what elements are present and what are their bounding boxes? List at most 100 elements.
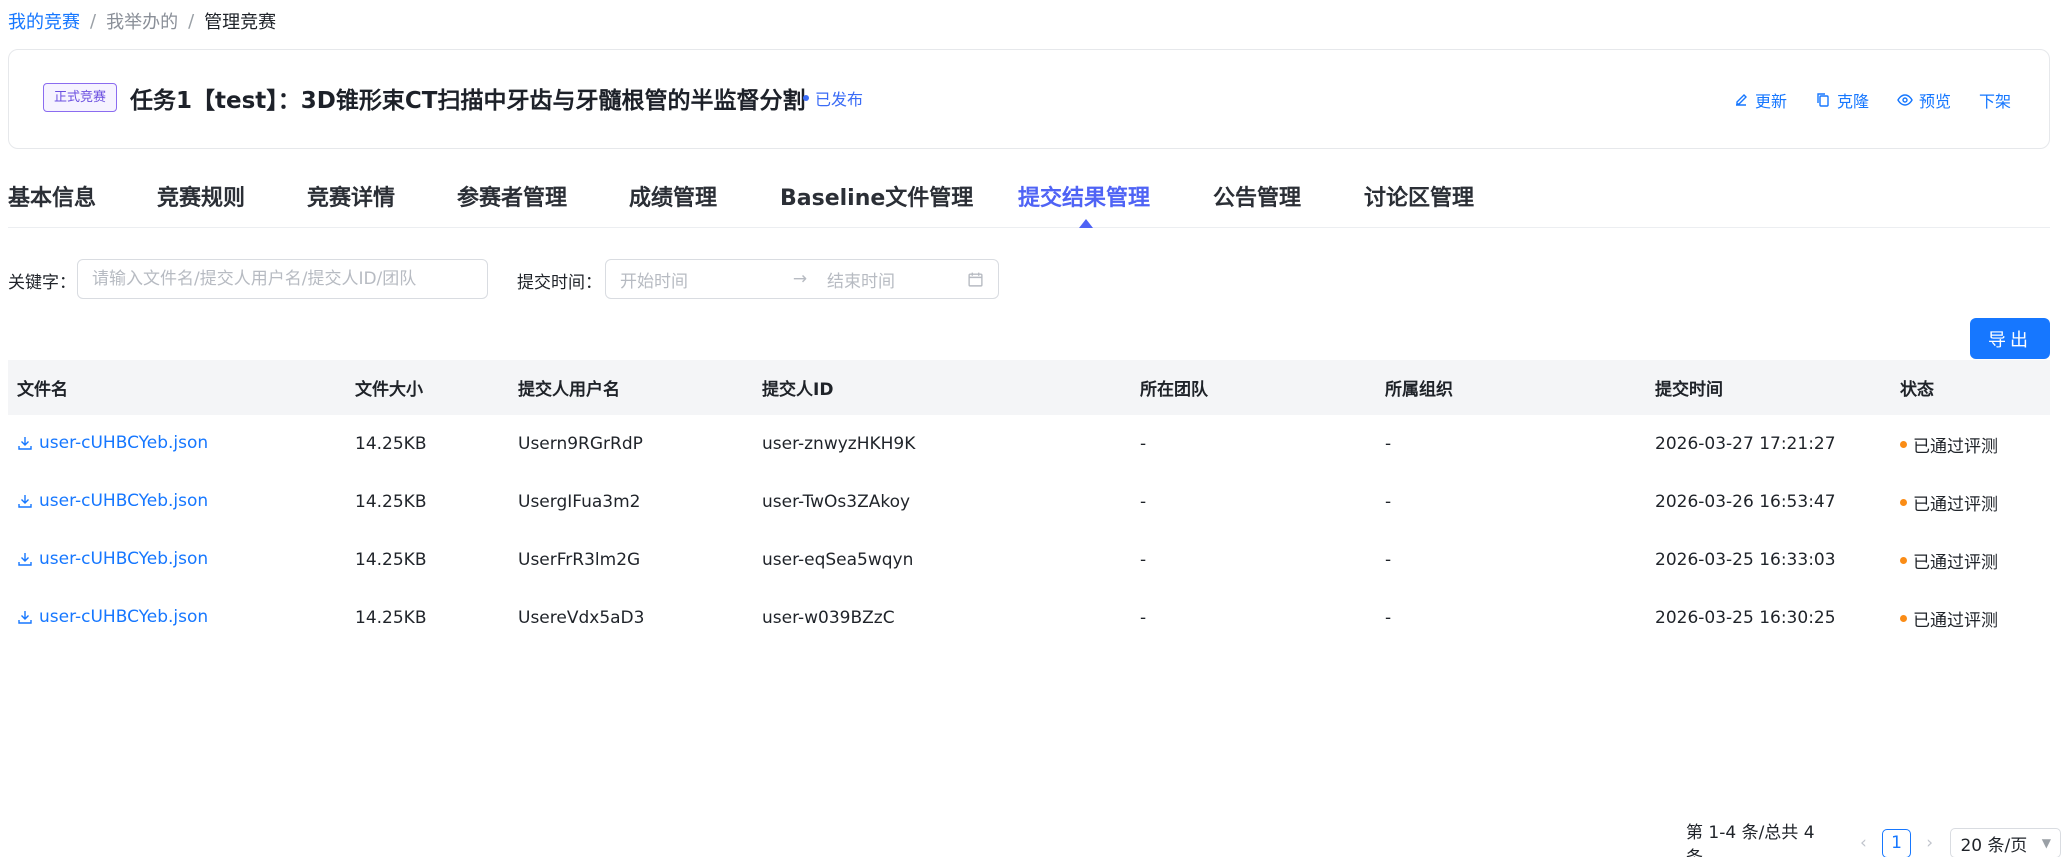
organization: -: [1385, 492, 1392, 512]
tab-announcements[interactable]: 公告管理: [1213, 180, 1301, 212]
competition-header-card: 正式竞赛 任务1【test】：3D锥形束CT扫描中牙齿与牙髓根管的半监督分割 已…: [8, 49, 2050, 149]
calendar-icon: [968, 272, 983, 287]
status-badge: 已通过评测: [1900, 490, 1998, 515]
page-size-value: 20 条/页: [1960, 835, 2028, 856]
breadcrumb-my-competitions[interactable]: 我的竞赛: [8, 8, 80, 34]
end-time-field[interactable]: 结束时间: [827, 267, 967, 292]
download-icon: [18, 552, 32, 566]
breadcrumb: 我的竞赛 / 我举办的 / 管理竞赛: [8, 8, 276, 34]
publish-status: 已发布: [803, 86, 863, 110]
status-badge: 已通过评测: [1900, 606, 1998, 631]
column-header-status: 状态: [1900, 380, 1934, 400]
submit-time: 2026-03-26 16:53:47: [1655, 492, 1836, 512]
tab-baseline-files[interactable]: Baseline文件管理: [780, 180, 973, 212]
edit-icon: [1735, 94, 1747, 106]
page-number-current[interactable]: 1: [1882, 828, 1911, 857]
pagination: 第 1-4 条/总共 4 条 ‹ 1 › 20 条/页 ▼: [1686, 818, 2061, 857]
file-download-link[interactable]: user-cUHBCYeb.json: [17, 491, 208, 511]
status-badge: 已通过评测: [1900, 548, 1998, 573]
start-time-field[interactable]: 开始时间: [620, 267, 785, 292]
column-header-organization: 所属组织: [1385, 380, 1453, 400]
submit-time: 2026-03-25 16:30:25: [1655, 608, 1836, 628]
preview-button[interactable]: 预览: [1897, 88, 1951, 112]
status-dot: [1900, 614, 1907, 622]
team: -: [1140, 550, 1147, 570]
tab-rules[interactable]: 竞赛规则: [157, 180, 245, 212]
export-button[interactable]: 导出: [1970, 318, 2050, 359]
tab-participants[interactable]: 参赛者管理: [457, 180, 567, 212]
team: -: [1140, 608, 1147, 628]
submit-time-range-picker[interactable]: 开始时间 → 结束时间: [605, 259, 999, 299]
tab-scores[interactable]: 成绩管理: [629, 180, 717, 212]
submissions-table: 文件名 文件大小 提交人用户名 提交人ID 所在团队 所属组织 提交时间 状态 …: [8, 360, 2050, 647]
status-text: 已通过评测: [1913, 494, 1998, 515]
tab-discussion[interactable]: 讨论区管理: [1364, 180, 1474, 212]
prev-page-chevron-left-icon[interactable]: ‹: [1853, 833, 1875, 853]
download-icon: [18, 436, 32, 450]
status-text: 已通过评测: [1913, 436, 1998, 457]
table-row: user-cUHBCYeb.json 14.25KB UsergIFua3m2 …: [8, 473, 2050, 531]
download-icon: [18, 494, 32, 508]
next-page-chevron-right-icon[interactable]: ›: [1919, 833, 1941, 853]
submitter-id: user-TwOs3ZAkoy: [762, 492, 911, 512]
tab-basic-info[interactable]: 基本信息: [8, 180, 96, 212]
chevron-down-icon: ▼: [2041, 836, 2051, 850]
column-header-team: 所在团队: [1140, 380, 1208, 400]
status-dot: [1900, 556, 1907, 564]
update-label: 更新: [1754, 92, 1787, 111]
file-name: user-cUHBCYeb.json: [39, 432, 209, 453]
column-header-username: 提交人用户名: [518, 380, 620, 400]
file-name: user-cUHBCYeb.json: [39, 548, 209, 569]
status-label: 已发布: [815, 90, 864, 109]
header-actions: 更新 克隆 预览 下架: [1733, 88, 2011, 112]
file-download-link[interactable]: user-cUHBCYeb.json: [17, 433, 208, 453]
organization: -: [1385, 434, 1392, 454]
status-dot: [1900, 440, 1907, 448]
submit-time: 2026-03-25 16:33:03: [1655, 550, 1836, 570]
status-text: 已通过评测: [1913, 552, 1998, 573]
pagination-total: 第 1-4 条/总共 4 条: [1686, 823, 1815, 857]
submit-time-label: 提交时间：: [517, 273, 602, 293]
status-dot: [1900, 498, 1907, 506]
column-header-submit-time: 提交时间: [1655, 380, 1723, 400]
keyword-search-input[interactable]: [77, 259, 488, 299]
file-download-link[interactable]: user-cUHBCYeb.json: [17, 607, 208, 627]
column-header-user-id: 提交人ID: [762, 380, 834, 400]
file-size: 14.25KB: [355, 492, 427, 512]
file-name: user-cUHBCYeb.json: [39, 606, 209, 627]
status-dot: [803, 95, 809, 101]
tab-submissions[interactable]: 提交结果管理: [1018, 180, 1150, 212]
file-size: 14.25KB: [355, 434, 427, 454]
update-button[interactable]: 更新: [1733, 88, 1787, 112]
eye-icon: [1897, 94, 1913, 106]
file-download-link[interactable]: user-cUHBCYeb.json: [17, 549, 208, 569]
status-badge: 已通过评测: [1900, 432, 1998, 457]
team: -: [1140, 492, 1147, 512]
page-size-select[interactable]: 20 条/页 ▼: [1950, 828, 2061, 857]
file-size: 14.25KB: [355, 550, 427, 570]
breadcrumb-hosted[interactable]: 我举办的: [106, 8, 178, 34]
column-header-filesize: 文件大小: [355, 380, 423, 400]
breadcrumb-current: 管理竞赛: [204, 12, 277, 33]
competition-title: 任务1【test】：3D锥形束CT扫描中牙齿与牙髓根管的半监督分割: [130, 88, 806, 114]
clone-button[interactable]: 克隆: [1815, 88, 1869, 112]
active-tab-indicator: [1079, 219, 1093, 228]
offline-label: 下架: [1978, 92, 2011, 111]
team: -: [1140, 434, 1147, 454]
status-text: 已通过评测: [1913, 610, 1998, 631]
table-row: user-cUHBCYeb.json 14.25KB Usern9RGrRdP …: [8, 415, 2050, 473]
submit-time: 2026-03-27 17:21:27: [1655, 434, 1836, 454]
copy-icon: [1817, 93, 1829, 107]
breadcrumb-separator: /: [188, 10, 195, 32]
offline-button[interactable]: 下架: [1979, 88, 2011, 112]
preview-label: 预览: [1918, 92, 1951, 111]
organization: -: [1385, 608, 1392, 628]
download-icon: [18, 610, 32, 624]
clone-label: 克隆: [1836, 92, 1869, 111]
table-header: 文件名 文件大小 提交人用户名 提交人ID 所在团队 所属组织 提交时间 状态: [8, 360, 2050, 415]
organization: -: [1385, 550, 1392, 570]
tab-details[interactable]: 竞赛详情: [307, 180, 395, 212]
file-name: user-cUHBCYeb.json: [39, 490, 209, 511]
file-size: 14.25KB: [355, 608, 427, 628]
submitter-id: user-znwyzHKH9K: [762, 434, 916, 454]
